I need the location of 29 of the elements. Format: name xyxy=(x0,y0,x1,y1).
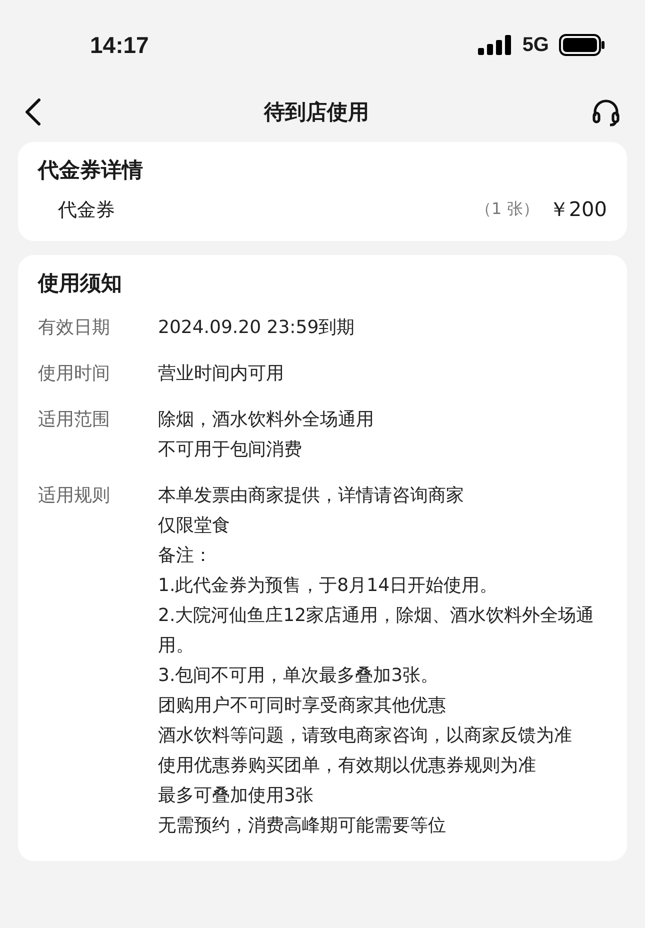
field-value: 不可用于包间消费 xyxy=(158,438,303,462)
field-value: 本单发票由商家提供，详情请咨询商家 xyxy=(158,484,465,508)
field-label: 适用范围 xyxy=(38,408,111,432)
field-value: 除烟，酒水饮料外全场通用 xyxy=(158,408,375,432)
voucher-count: （1 张） xyxy=(476,199,539,220)
card-title: 使用须知 xyxy=(38,270,123,297)
field-value: 2.大院河仙鱼庄12家店通用，除烟、酒水饮料外全场通用。 xyxy=(158,604,596,658)
voucher-name: 代金券 xyxy=(58,198,115,222)
field-value: 仅限堂食 xyxy=(158,514,231,538)
field-value: 无需预约，消费高峰期可能需要等位 xyxy=(158,814,447,838)
card-title: 代金券详情 xyxy=(38,157,144,184)
field-value: 营业时间内可用 xyxy=(158,362,285,386)
page-title: 待到店使用 xyxy=(264,99,369,126)
battery-icon xyxy=(559,34,605,56)
field-value: 酒水饮料等问题，请致电商家咨询，以商家反馈为准 xyxy=(158,724,573,748)
field-label: 适用规则 xyxy=(38,484,111,508)
field-value: 1.此代金券为预售，于8月14日开始使用。 xyxy=(158,574,499,598)
field-label: 有效日期 xyxy=(38,316,111,340)
network-label: 5G xyxy=(522,34,549,56)
field-value: 最多可叠加使用3张 xyxy=(158,784,314,808)
field-value: 团购用户不可同时享受商家其他优惠 xyxy=(158,694,447,718)
status-time: 14:17 xyxy=(90,32,149,58)
field-value: 使用优惠券购买团单，有效期以优惠券规则为准 xyxy=(158,754,537,778)
field-value: 2024.09.20 23:59到期 xyxy=(158,316,356,340)
signal-icon xyxy=(478,35,512,55)
field-label: 使用时间 xyxy=(38,362,111,386)
field-value: 3.包间不可用，单次最多叠加3张。 xyxy=(158,664,440,688)
voucher-price: ￥200 xyxy=(548,196,607,223)
field-value: 备注： xyxy=(158,544,213,568)
